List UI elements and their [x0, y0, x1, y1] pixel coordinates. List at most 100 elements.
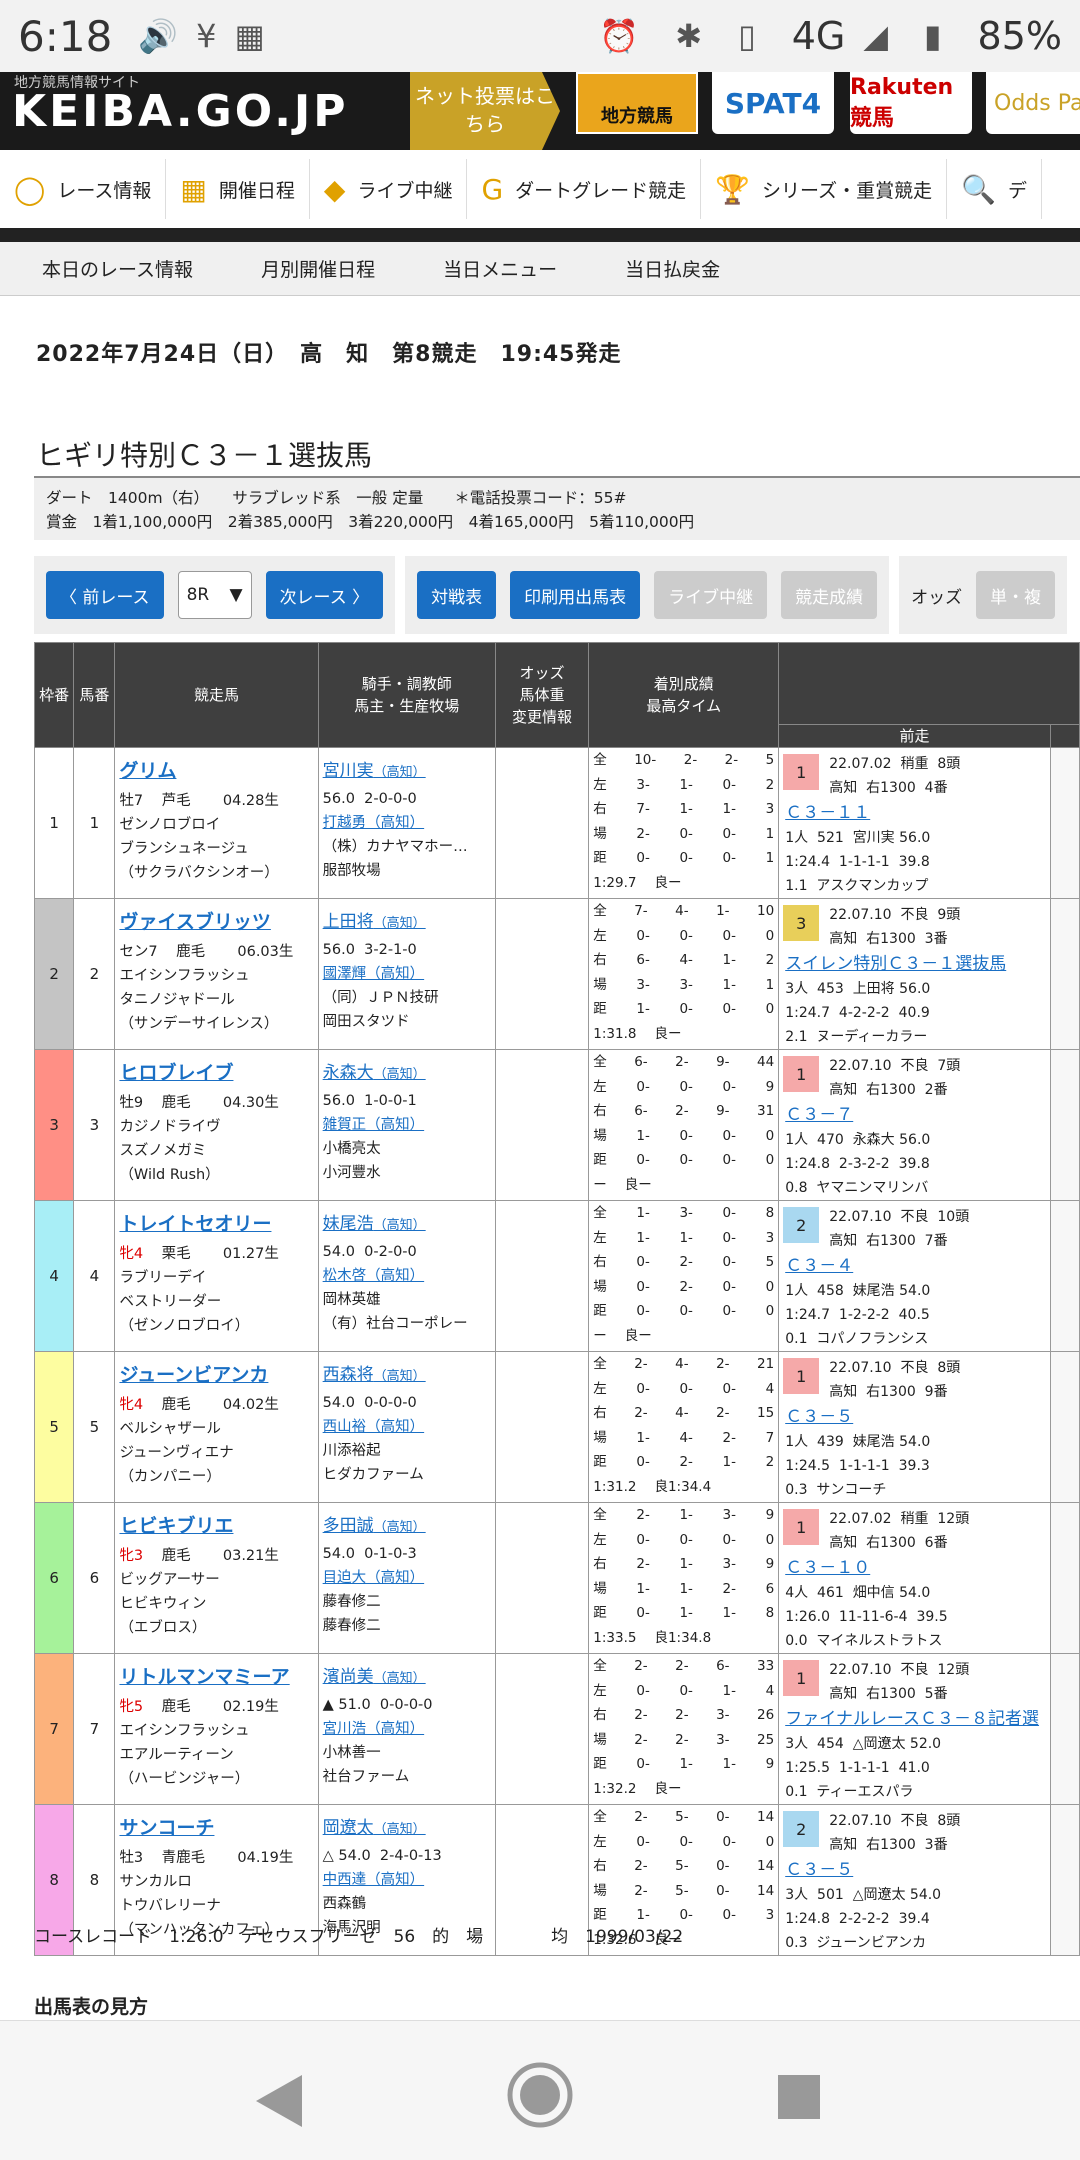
trainer-link[interactable]: 目迫大（高知） [319, 1566, 495, 1590]
nav-series[interactable]: 🏆 シリーズ・重賞競走 [701, 159, 948, 219]
prev-track-line: 高知 右1300 3番 [829, 931, 948, 947]
android-nav-bar [0, 2020, 1080, 2160]
trainer-link[interactable]: 宮川浩（高知） [319, 1717, 495, 1741]
next-race-button[interactable]: 次レース 〉 [265, 571, 384, 619]
horse-name-link[interactable]: ヒビキブリエ [119, 1511, 317, 1538]
odds-cell [494, 1200, 590, 1352]
print-button[interactable]: 印刷用出馬表 [510, 571, 641, 619]
jockey-link[interactable]: 多田誠（高知） [323, 1511, 495, 1536]
sire: ビッグアーサー [119, 1572, 220, 1588]
prev-time-line: 1:24.8 2-2-2-2 39.4 [785, 1911, 930, 1927]
vs-table-button[interactable]: 対戦表 [417, 571, 497, 619]
subnav-monthly[interactable]: 月別開催日程 [221, 255, 403, 282]
prev-time-line: 1:24.5 1-1-1-1 39.3 [785, 1458, 930, 1474]
nav-search[interactable]: 🔍 デ [947, 159, 1042, 219]
trainer-link[interactable]: 松木啓（高知） [319, 1264, 495, 1288]
caret-down-icon: ▼ [229, 585, 243, 605]
record-line: 距 0- 2- 1- 2 [593, 1454, 775, 1470]
horse-info: 牡3 青鹿毛 04.19生 [119, 1850, 294, 1866]
nav-live[interactable]: ◆ ライブ中継 [310, 159, 468, 219]
jockey-link[interactable]: 宮川実（高知） [323, 756, 495, 781]
result-button[interactable]: 競走成績 [781, 571, 878, 619]
prev-class-link[interactable]: Ｃ３－５ [779, 1404, 1050, 1430]
horse-name-link[interactable]: トレイトセオリー [119, 1209, 317, 1236]
record-line: 場 2- 0- 0- 1 [593, 825, 775, 842]
best-time-line: ー良ー [593, 1176, 652, 1193]
best-time-line: 1:31.2 良1:34.4 [593, 1478, 712, 1495]
rakuten-banner[interactable]: Rakuten競馬 [850, 72, 972, 134]
prev-date-line: 22.07.02 稍重 12頭 [829, 1511, 970, 1527]
prev-class-link[interactable]: Ｃ３－４ [779, 1253, 1050, 1279]
horse-name-link[interactable]: グリム [119, 756, 317, 783]
jockey-link[interactable]: 濱尚美（高知） [323, 1662, 495, 1687]
oddspark-banner[interactable]: Odds Park [986, 72, 1080, 134]
prev-race-cell: 1 22.07.02 稍重 8頭 高知 右1300 4番 Ｃ３－１１ 1人 52… [778, 747, 1051, 899]
prev2-race-cell [1049, 1200, 1080, 1352]
record-line: 右 7- 1- 1- 3 [593, 801, 775, 817]
umaban-cell: 6 [73, 1502, 116, 1654]
waku-cell: 5 [33, 1351, 75, 1503]
spat4-banner[interactable]: SPAT4 [712, 72, 834, 134]
prev-race-button[interactable]: 〈 前レース [46, 571, 164, 619]
nav-dirt-grade[interactable]: G ダートグレード競走 [467, 159, 702, 219]
trainer-link[interactable]: 雑賀正（高知） [319, 1113, 495, 1137]
horse-name-link[interactable]: サンコーチ [119, 1813, 317, 1840]
umaban-cell: 5 [73, 1351, 116, 1503]
odds-cell [494, 1049, 590, 1201]
trainer-link[interactable]: 西山裕（高知） [319, 1415, 495, 1439]
prev-class-link[interactable]: スイレン特別Ｃ３－１選抜馬 [779, 951, 1050, 977]
umaban-cell: 3 [73, 1049, 116, 1201]
subnav-menu[interactable]: 当日メニュー [403, 255, 585, 282]
prev-time-line: 1:24.7 1-2-2-2 40.5 [785, 1307, 930, 1323]
site-logo[interactable]: KEIBA.GO.JP [12, 86, 349, 137]
race-icon: ◯ [14, 172, 46, 206]
howto-heading[interactable]: 出馬表の見方 [34, 1992, 148, 2019]
owner: （株）カナヤマホー… [322, 839, 468, 855]
subnav-today[interactable]: 本日のレース情報 [0, 255, 221, 282]
dam: ヒビキウィン [119, 1596, 207, 1612]
race-select[interactable]: 8R ▼ [177, 571, 252, 619]
jockey-link[interactable]: 妹尾浩（高知） [323, 1209, 495, 1234]
record-line: 場 2- 5- 0- 14 [593, 1882, 775, 1899]
home-icon[interactable] [506, 2061, 574, 2129]
record-line: 右 6- 2- 9- 31 [593, 1103, 775, 1119]
record-line: 場 0- 2- 0- 0 [593, 1278, 775, 1295]
prev-class-link[interactable]: ファイナルレースＣ３－８記者選 [779, 1706, 1050, 1732]
net-bet-banner[interactable]: ネット投票はこちら [410, 72, 560, 150]
jockey-link[interactable]: 上田将（高知） [323, 907, 495, 932]
win-place-button[interactable]: 単・複 [976, 571, 1056, 619]
chiho-keiba-banner[interactable]: 地方競馬 [576, 72, 698, 134]
prev-winner-line: 0.3 サンコーチ [785, 1482, 887, 1498]
jockey-link[interactable]: 岡遼太（高知） [323, 1813, 495, 1838]
subnav-payout[interactable]: 当日払戻金 [585, 255, 748, 282]
horse-name-link[interactable]: ヴァイスブリッツ [119, 907, 317, 934]
sire: カジノドライヴ [119, 1119, 221, 1135]
prev-time-line: 1:24.4 1-1-1-1 39.8 [785, 854, 930, 870]
nav-schedule[interactable]: ▦ 開催日程 [166, 159, 310, 219]
horse-name-link[interactable]: リトルマンマミーア [119, 1662, 317, 1689]
trainer-link[interactable]: 打越勇（高知） [319, 811, 495, 835]
back-icon[interactable] [254, 2073, 304, 2129]
horse-name-link[interactable]: ジューンビアンカ [119, 1360, 317, 1387]
prev-class-link[interactable]: Ｃ３－７ [779, 1102, 1050, 1128]
dam-sire: （サンデーサイレンス） [119, 1016, 279, 1032]
sire: ラブリーデイ [119, 1270, 207, 1286]
nav-race-info[interactable]: ◯ レース情報 [0, 159, 167, 219]
trainer-link[interactable]: 中西達（高知） [319, 1868, 495, 1892]
prev-jockey-line: 1人 458 妹尾浩 54.0 [785, 1283, 931, 1299]
prev-class-link[interactable]: Ｃ３－１１ [779, 800, 1050, 826]
jockey-link[interactable]: 永森大（高知） [323, 1058, 495, 1083]
money-icon: ¥ [196, 17, 217, 55]
horse-name-link[interactable]: ヒロブレイブ [119, 1058, 317, 1085]
live-button[interactable]: ライブ中継 [654, 571, 768, 619]
prev-class-link[interactable]: Ｃ３－１０ [779, 1555, 1050, 1581]
prev-winner-line: 0.8 ヤマニンマリンバ [785, 1180, 929, 1196]
recents-icon[interactable] [776, 2073, 822, 2121]
race-conditions-line: ダート 1400m（右） サラブレッド系 一般 定量 ＊電話投票コード：55# [46, 489, 627, 507]
record-cell: 全 2- 1- 3- 9 左 0- 0- 0- 0 右 2- 1- 3- 9 場 1- 1- 2- 6 距 0- 1- 1- 8… [588, 1502, 780, 1654]
prev-class-link[interactable]: Ｃ３－５ [779, 1857, 1050, 1883]
prev-winner-line: 0.1 コパノフランシス [785, 1331, 929, 1347]
record-line: 場 3- 3- 1- 1 [593, 976, 775, 993]
jockey-link[interactable]: 西森将（高知） [323, 1360, 495, 1385]
trainer-link[interactable]: 國澤輝（高知） [319, 962, 495, 986]
